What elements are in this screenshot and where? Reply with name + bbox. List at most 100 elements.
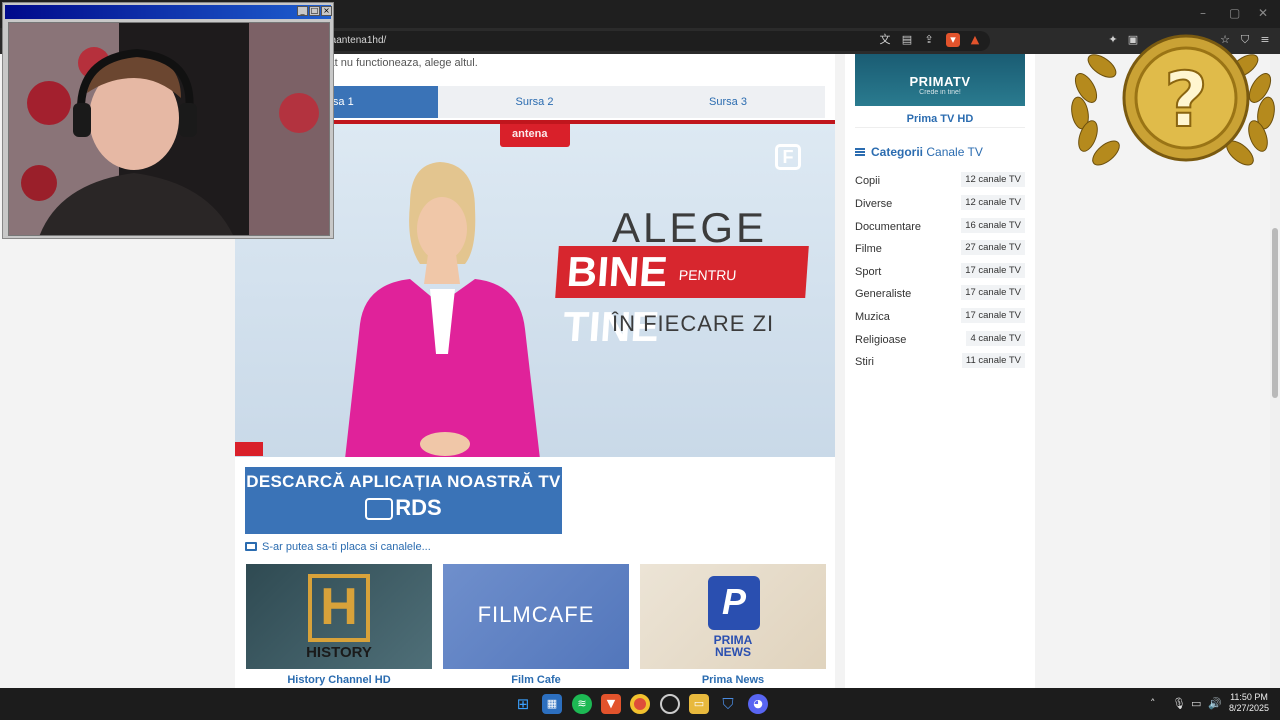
player-corner-mark	[235, 442, 263, 456]
close-window-button[interactable]: ✕	[1258, 6, 1268, 20]
category-count-badge: 16 canale TV	[961, 218, 1025, 233]
webcam-close-button[interactable]: ×	[321, 6, 332, 16]
brave-shield-icon[interactable]: ▾	[946, 33, 960, 47]
clock-time: 11:50 PM	[1230, 692, 1268, 702]
category-item-diverse[interactable]: Diverse 12 canale TV	[855, 194, 1025, 213]
category-count-badge: 27 canale TV	[961, 240, 1025, 255]
tab-label: Sursa 3	[709, 96, 747, 108]
volume-icon[interactable]: 🔊	[1208, 697, 1222, 710]
photos-app-icon[interactable]: ▦	[542, 694, 562, 714]
category-name[interactable]: Generaliste	[855, 288, 911, 300]
taskbar-clock[interactable]: 11:50 PM 8/27/2025	[1226, 692, 1272, 714]
history-logo: H	[308, 574, 370, 642]
channel-card-title[interactable]: Film Cafe	[443, 669, 629, 689]
brave-rewards-icon[interactable]: ▲	[968, 33, 982, 47]
source-notice: ctat nu functioneaza, alege altul.	[320, 57, 478, 69]
spotify-icon[interactable]: ≋	[572, 694, 592, 714]
webcam-titlebar[interactable]	[5, 5, 331, 19]
category-count-badge: 17 canale TV	[961, 263, 1025, 278]
start-menu-icon[interactable]: ⊞	[513, 694, 533, 714]
webcam-maximize-button[interactable]: □	[309, 6, 320, 16]
clock-date: 8/27/2025	[1228, 703, 1270, 713]
categories-heading-bold: Categorii	[871, 145, 924, 159]
channel-card-film-cafe[interactable]: FILMCAFE Film Cafe	[443, 564, 629, 689]
headline-alege: ALEGE	[612, 204, 768, 251]
categories-heading: Categorii Canale TV	[855, 145, 983, 159]
translate-icon[interactable]: 文	[878, 33, 892, 47]
sidebar-channel-thumbnail[interactable]: PRIMATV Crede in tine!	[855, 54, 1025, 106]
banner-brand: RDS	[245, 495, 562, 521]
discord-icon[interactable]: ◕	[748, 694, 768, 714]
category-count-badge: 17 canale TV	[961, 308, 1025, 323]
category-item-stiri[interactable]: Stiri 11 canale TV	[855, 352, 1025, 371]
prima-news-logo-text: PRIMA NEWS	[713, 633, 753, 659]
webcam-feed	[8, 22, 330, 236]
scrollbar-thumb[interactable]	[1272, 228, 1278, 398]
monitor-icon	[245, 542, 257, 551]
channel-thumbnail[interactable]: FILMCAFE	[443, 564, 629, 669]
category-item-muzica[interactable]: Muzica 17 canale TV	[855, 307, 1025, 326]
prima-news-logo: P	[708, 576, 760, 630]
tv-icon	[365, 498, 394, 521]
presenter-figure	[345, 162, 540, 457]
tray-overflow-icon[interactable]: ˄	[1150, 697, 1156, 710]
share-icon[interactable]: ⇪	[922, 33, 936, 47]
channel-card-title[interactable]: History Channel HD	[246, 669, 432, 689]
tab-sursa-3[interactable]: Sursa 3	[631, 86, 825, 118]
maximize-window-button[interactable]: ▢	[1229, 6, 1240, 20]
category-item-sport[interactable]: Sport 17 canale TV	[855, 262, 1025, 281]
category-item-filme[interactable]: Filme 27 canale TV	[855, 239, 1025, 258]
list-icon	[855, 148, 865, 156]
category-name[interactable]: Religioase	[855, 334, 906, 346]
headline-bine: BINE	[565, 248, 670, 295]
category-count-badge: 12 canale TV	[961, 172, 1025, 187]
history-logo-text: HISTORY	[306, 644, 372, 661]
channel-watermark-icon: F	[775, 144, 801, 170]
category-count-badge: 12 canale TV	[961, 195, 1025, 210]
app-download-banner[interactable]: DESCARCĂ APLICAȚIA NOASTRĂ TV RDS	[245, 467, 562, 534]
category-count-badge: 4 canale TV	[966, 331, 1025, 346]
reader-icon[interactable]: ▤	[900, 33, 914, 47]
category-name[interactable]: Stiri	[855, 356, 874, 368]
microphone-icon[interactable]: 🎙	[1172, 697, 1186, 710]
channel-card-title[interactable]: Prima News	[640, 669, 826, 689]
webcam-window[interactable]: _ □ ×	[2, 2, 334, 239]
headline-pentru: PENTRU	[678, 266, 737, 283]
sidebar-channel-title[interactable]: Prima TV HD	[855, 110, 1025, 128]
tab-label: Sursa 2	[515, 96, 554, 108]
category-item-copii[interactable]: Copii 12 canale TV	[855, 171, 1025, 190]
laurel-badge-icon: ?	[1071, 34, 1275, 166]
channel-card-history[interactable]: H HISTORY History Channel HD	[246, 564, 432, 689]
headline-in-fiecare-zi: ÎN FIECARE ZI	[612, 311, 775, 336]
category-name[interactable]: Filme	[855, 243, 882, 255]
webcam-scene	[9, 23, 329, 235]
category-name[interactable]: Diverse	[855, 198, 892, 210]
minimize-window-button[interactable]: –	[1200, 6, 1206, 20]
channel-thumbnail[interactable]: H HISTORY	[246, 564, 432, 669]
category-item-documentare[interactable]: Documentare 16 canale TV	[855, 217, 1025, 236]
tab-sursa-2[interactable]: Sursa 2	[438, 86, 631, 118]
category-name[interactable]: Documentare	[855, 221, 921, 233]
obs-icon[interactable]	[660, 694, 680, 714]
category-count-badge: 17 canale TV	[961, 285, 1025, 300]
banner-brand-text: RDS	[395, 495, 442, 520]
channel-card-prima-news[interactable]: P PRIMA NEWS Prima News	[640, 564, 826, 689]
category-name[interactable]: Copii	[855, 175, 880, 187]
chrome-icon[interactable]	[630, 694, 650, 714]
category-item-religioase[interactable]: Religioase 4 canale TV	[855, 330, 1025, 349]
category-name[interactable]: Sport	[855, 266, 881, 278]
badge-question-mark: ?	[1164, 55, 1208, 144]
headline-bine-pentru-tine: BINE PENTRU TINE	[555, 246, 809, 350]
channel-logo-text: antena	[512, 128, 548, 140]
category-name[interactable]: Muzica	[855, 311, 890, 323]
suggestions-text: S-ar putea sa-ti placa si canalele...	[262, 541, 431, 553]
network-icon[interactable]: ▭	[1191, 697, 1201, 710]
channel-thumbnail[interactable]: P PRIMA NEWS	[640, 564, 826, 669]
filmcafe-logo-text: FILMCAFE	[477, 602, 595, 627]
file-explorer-icon[interactable]: ▭	[689, 694, 709, 714]
brave-browser-icon[interactable]: ▼	[601, 694, 621, 714]
prima-tv-logo: PRIMATV	[909, 74, 971, 89]
category-item-generaliste[interactable]: Generaliste 17 canale TV	[855, 284, 1025, 303]
security-shield-icon[interactable]: ⛉	[718, 694, 738, 714]
webcam-minimize-button[interactable]: _	[297, 6, 308, 16]
